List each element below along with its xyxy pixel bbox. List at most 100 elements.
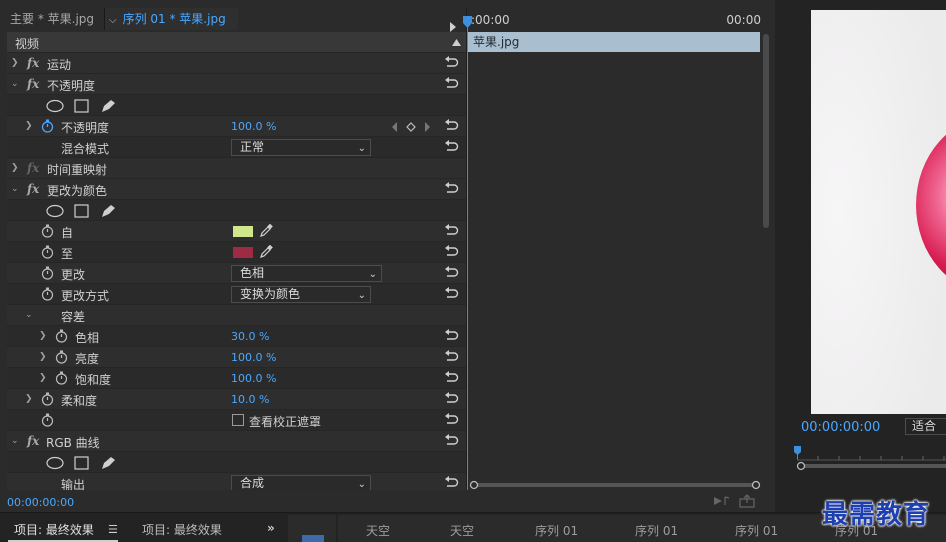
- ellipse-mask-icon[interactable]: [46, 456, 64, 470]
- bin-item[interactable]: 序列 01: [635, 522, 678, 539]
- program-scrub-bar[interactable]: [793, 444, 946, 474]
- more-tabs-icon[interactable]: »: [267, 521, 275, 535]
- tab-master-clip[interactable]: 主要 * 苹果.jpg: [6, 8, 98, 30]
- bin-item[interactable]: 序列 01: [535, 522, 578, 539]
- stopwatch-icon[interactable]: [41, 266, 54, 280]
- pen-mask-icon[interactable]: [102, 205, 115, 217]
- ellipse-mask-icon[interactable]: [46, 99, 64, 113]
- reset-icon[interactable]: [444, 412, 459, 427]
- stopwatch-icon[interactable]: [41, 413, 54, 427]
- motion-row[interactable]: ❯ fx 运动: [7, 53, 466, 74]
- stopwatch-icon[interactable]: [55, 329, 68, 343]
- collapse-arrow-icon[interactable]: ⌄: [11, 436, 19, 446]
- reset-icon[interactable]: [444, 55, 459, 70]
- tab-project-secondary[interactable]: 项目: 最终效果: [142, 521, 222, 538]
- reset-icon[interactable]: [444, 286, 459, 301]
- add-keyframe-icon[interactable]: [406, 122, 416, 132]
- reset-icon[interactable]: [444, 328, 459, 343]
- bin-item[interactable]: 序列 01: [735, 522, 778, 539]
- stopwatch-icon[interactable]: [41, 287, 54, 301]
- next-keyframe-icon[interactable]: [425, 122, 430, 132]
- change-dropdown[interactable]: 色相 ⌄: [231, 265, 382, 282]
- collapse-arrow-icon[interactable]: ⌄: [11, 79, 19, 89]
- reset-icon[interactable]: [444, 181, 459, 196]
- reset-icon[interactable]: [444, 76, 459, 91]
- saturation-value[interactable]: 100.0 %: [231, 372, 276, 385]
- prev-keyframe-icon[interactable]: [392, 122, 397, 132]
- bin-item[interactable]: 天空: [450, 522, 474, 539]
- expand-arrow-icon[interactable]: ❯: [39, 373, 47, 383]
- bin-item[interactable]: 天空: [366, 522, 390, 539]
- expand-arrow-icon[interactable]: ❯: [39, 331, 47, 341]
- opacity-row[interactable]: ⌄ fx 不透明度: [7, 74, 466, 95]
- timeline-zoom-scrollbar[interactable]: [469, 480, 761, 490]
- rgb-curves-row[interactable]: ⌄ fx RGB 曲线: [7, 431, 466, 452]
- lightness-value[interactable]: 100.0 %: [231, 351, 276, 364]
- eyedropper-icon[interactable]: [259, 245, 273, 259]
- stopwatch-icon[interactable]: [41, 224, 54, 238]
- change-by-dropdown[interactable]: 变换为颜色 ⌄: [231, 286, 371, 303]
- expand-arrow-icon[interactable]: ❯: [39, 352, 47, 362]
- time-remap-row[interactable]: ❯ fx 时间重映射: [7, 158, 466, 179]
- stopwatch-icon[interactable]: [55, 350, 68, 364]
- pen-mask-icon[interactable]: [102, 100, 115, 112]
- opacity-property-row[interactable]: ❯ 不透明度 100.0 %: [7, 116, 466, 137]
- expand-arrow-icon[interactable]: ❯: [11, 163, 19, 173]
- reset-icon[interactable]: [444, 433, 459, 448]
- fx-badge-icon[interactable]: fx: [27, 182, 39, 196]
- playhead-handle-icon[interactable]: [463, 16, 472, 28]
- reset-icon[interactable]: [444, 349, 459, 364]
- timeline-vertical-scrollbar[interactable]: [763, 34, 769, 228]
- tolerance-row[interactable]: ⌄ 容差: [7, 305, 466, 326]
- source-thumbnail[interactable]: [288, 515, 336, 542]
- stopwatch-active-icon[interactable]: [41, 119, 54, 133]
- reset-icon[interactable]: [444, 391, 459, 406]
- hue-value[interactable]: 30.0 %: [231, 330, 269, 343]
- play-triangle-icon[interactable]: [450, 22, 456, 32]
- reset-icon[interactable]: [444, 265, 459, 280]
- softness-row[interactable]: ❯ 柔和度 10.0 %: [7, 389, 466, 410]
- eyedropper-icon[interactable]: [259, 224, 273, 238]
- export-frame-icon[interactable]: [739, 494, 755, 508]
- audio-scrub-icon[interactable]: [714, 496, 730, 505]
- reset-icon[interactable]: [444, 370, 459, 385]
- expand-arrow-icon[interactable]: ❯: [25, 121, 33, 131]
- reset-icon[interactable]: [444, 475, 459, 490]
- blend-mode-dropdown[interactable]: 正常 ⌄: [231, 139, 371, 156]
- reset-icon[interactable]: [444, 244, 459, 259]
- fx-badge-icon[interactable]: fx: [27, 434, 39, 448]
- reset-icon[interactable]: [444, 223, 459, 238]
- fx-badge-icon[interactable]: fx: [27, 77, 39, 91]
- stopwatch-icon[interactable]: [41, 245, 54, 259]
- rectangle-mask-icon[interactable]: [74, 456, 89, 470]
- timeline-clip[interactable]: 苹果.jpg: [468, 32, 760, 52]
- hue-row[interactable]: ❯ 色相 30.0 %: [7, 326, 466, 347]
- expand-arrow-icon[interactable]: ❯: [25, 394, 33, 404]
- playhead-line[interactable]: [467, 18, 468, 490]
- pen-mask-icon[interactable]: [102, 457, 115, 469]
- softness-value[interactable]: 10.0 %: [231, 393, 269, 406]
- video-preview[interactable]: [811, 10, 946, 414]
- tab-sequence-clip[interactable]: ⌵ 序列 01 * 苹果.jpg: [104, 8, 238, 30]
- to-color-swatch[interactable]: [233, 247, 253, 258]
- tab-project-active[interactable]: 项目: 最终效果: [14, 521, 94, 538]
- rectangle-mask-icon[interactable]: [74, 99, 89, 113]
- reset-icon[interactable]: [444, 118, 459, 133]
- effect-controls-timecode[interactable]: 00:00:00:00: [7, 496, 74, 509]
- lightness-row[interactable]: ❯ 亮度 100.0 %: [7, 347, 466, 368]
- reset-icon[interactable]: [444, 139, 459, 154]
- opacity-value[interactable]: 100.0 %: [231, 120, 276, 133]
- collapse-arrow-icon[interactable]: ⌄: [11, 184, 19, 194]
- collapse-arrow-icon[interactable]: ⌄: [25, 310, 33, 320]
- panel-menu-icon[interactable]: ☰: [108, 523, 118, 536]
- timeline-ruler[interactable]: :00:00 00:00: [467, 8, 765, 32]
- rectangle-mask-icon[interactable]: [74, 204, 89, 218]
- stopwatch-icon[interactable]: [41, 392, 54, 406]
- from-color-swatch[interactable]: [233, 226, 253, 237]
- output-dropdown[interactable]: 合成 ⌄: [231, 475, 371, 490]
- fx-badge-icon[interactable]: fx: [27, 56, 39, 70]
- change-to-color-row[interactable]: ⌄ fx 更改为颜色: [7, 179, 466, 200]
- collapse-up-icon[interactable]: [452, 39, 461, 46]
- program-timecode[interactable]: 00:00:00:00: [801, 420, 880, 435]
- saturation-row[interactable]: ❯ 饱和度 100.0 %: [7, 368, 466, 389]
